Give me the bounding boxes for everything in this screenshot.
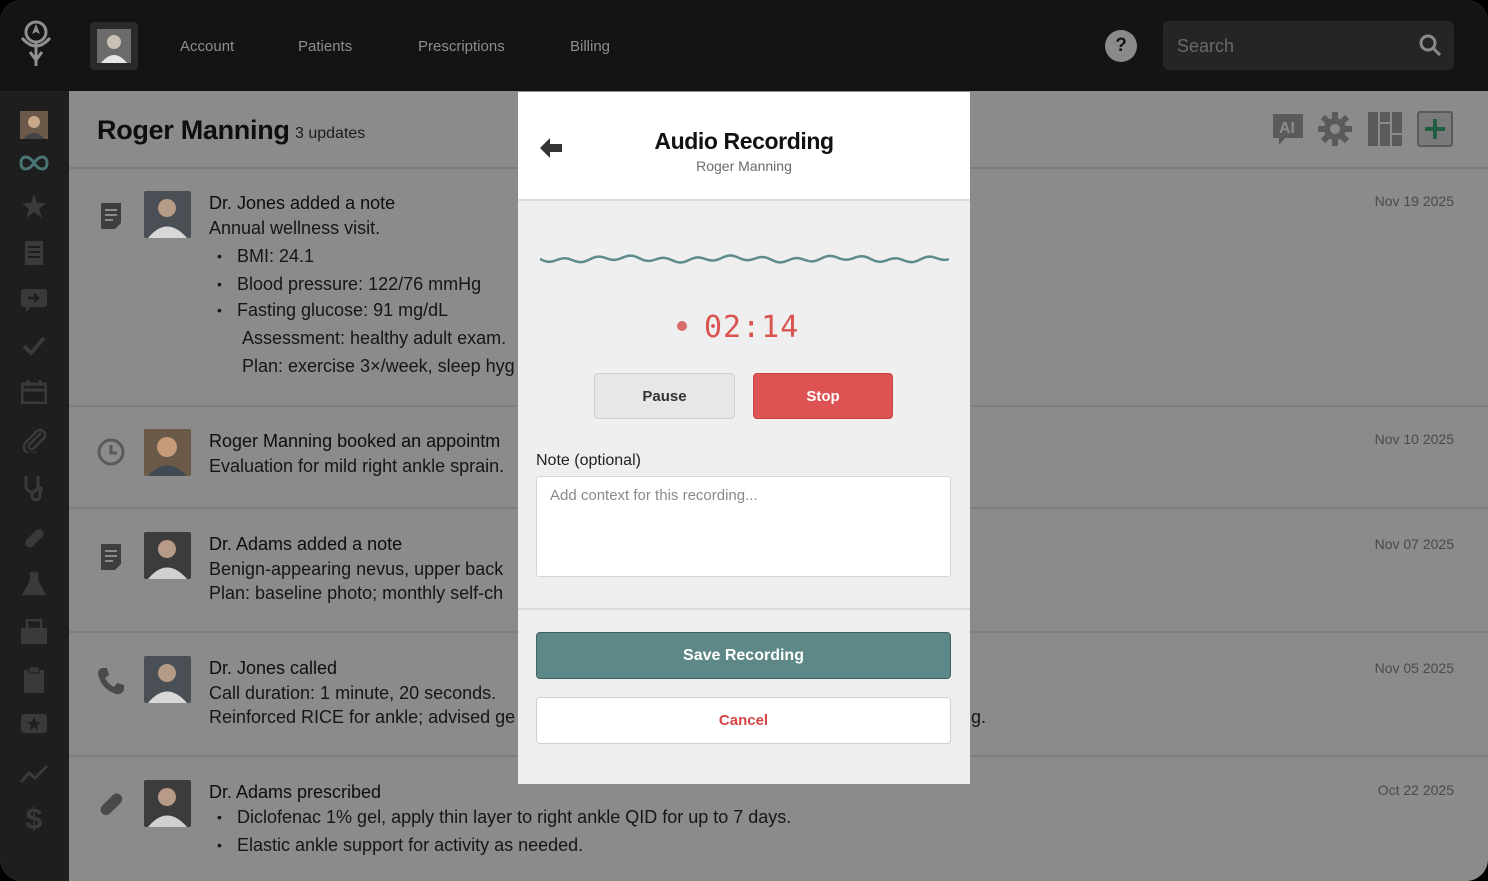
cancel-button[interactable]: Cancel [536, 697, 951, 744]
gear-icon[interactable] [1317, 111, 1353, 147]
user-avatar[interactable] [90, 22, 138, 70]
nav-patients[interactable]: Patients [298, 38, 352, 55]
dollar-icon[interactable]: $ [19, 803, 49, 836]
feed-text: g. [971, 707, 987, 727]
search-box[interactable]: Search [1163, 21, 1454, 70]
paperclip-icon[interactable] [19, 425, 49, 455]
nav-prescriptions[interactable]: Prescriptions [418, 38, 505, 55]
pill-icon [96, 789, 126, 819]
feed-text: Evaluation for mild right ankle sprain. [209, 456, 505, 476]
note-textarea[interactable] [536, 476, 951, 577]
clock-icon [96, 437, 126, 467]
avatar [144, 191, 191, 238]
page-title: Roger Manning [97, 115, 290, 145]
pause-button[interactable]: Pause [594, 373, 735, 419]
help-button[interactable]: ? [1105, 30, 1137, 62]
avatar [144, 429, 191, 476]
infinity-icon[interactable] [19, 148, 49, 178]
sidebar: $ [0, 91, 69, 881]
modal-title: Audio Recording [654, 128, 834, 154]
divider [518, 608, 970, 610]
layout-grid-icon[interactable] [1367, 111, 1403, 147]
stethoscope-icon[interactable] [19, 473, 49, 503]
note-icon [96, 201, 126, 231]
audio-recording-modal: Audio Recording Roger Manning 02:14 Paus… [518, 92, 970, 784]
feed-title: Dr. Adams prescribed [209, 782, 382, 802]
note-label: Note (optional) [536, 452, 641, 469]
phone-icon [96, 666, 126, 696]
feed-text: Plan: exercise 3×/week, sleep hyg [242, 356, 515, 376]
ai-icon[interactable]: AI [1270, 111, 1306, 147]
feed-text: Call duration: 1 minute, 20 seconds. [209, 683, 497, 703]
feed-date: Nov 19 2025 [1374, 193, 1454, 209]
calendar-icon[interactable] [19, 377, 49, 407]
updates-count: 3 updates [295, 125, 366, 142]
message-forward-icon[interactable] [19, 285, 49, 315]
feed-text: Reinforced RICE for ankle; advised ge [209, 707, 516, 727]
feed-title: Dr. Adams added a note [209, 534, 403, 554]
audio-waveform [540, 254, 950, 264]
recording-indicator [677, 321, 687, 331]
recording-timer: 02:14 [704, 310, 800, 345]
nav-account[interactable]: Account [180, 38, 234, 55]
feed-date: Nov 07 2025 [1374, 536, 1454, 552]
star-icon[interactable] [19, 191, 49, 221]
avatar [144, 532, 191, 579]
modal-subtitle: Roger Manning [696, 158, 792, 174]
feed-title: Dr. Jones added a note [209, 193, 396, 213]
flask-icon[interactable] [19, 569, 49, 599]
svg-text:AI: AI [1279, 120, 1295, 137]
feed-bullet: BMI: 24.1 [217, 246, 314, 267]
feed-text: Annual wellness visit. [209, 218, 381, 238]
clipboard-icon[interactable] [19, 665, 49, 695]
search-icon[interactable] [1418, 33, 1442, 57]
feed-title: Roger Manning booked an appointm [209, 431, 501, 451]
nav-billing[interactable]: Billing [570, 38, 610, 55]
feed-text: Assessment: healthy adult exam. [242, 328, 507, 348]
avatar [144, 780, 191, 827]
fax-icon[interactable] [19, 617, 49, 647]
check-icon[interactable] [19, 331, 49, 361]
feed-date: Oct 22 2025 [1377, 782, 1454, 798]
note-icon [96, 542, 126, 572]
stop-button[interactable]: Stop [753, 373, 893, 419]
feed-text: Plan: baseline photo; monthly self-ch [209, 583, 504, 603]
feed-bullet: Blood pressure: 122/76 mmHg [217, 274, 481, 295]
search-input[interactable]: Search [1177, 36, 1234, 57]
feed-bullet: Elastic ankle support for activity as ne… [217, 835, 583, 856]
feed-text: Benign-appearing nevus, upper back [209, 559, 504, 579]
save-recording-button[interactable]: Save Recording [536, 632, 951, 679]
avatar [144, 656, 191, 703]
logo-icon[interactable] [16, 18, 56, 72]
review-star-icon[interactable] [19, 711, 49, 741]
feed-date: Nov 10 2025 [1374, 431, 1454, 447]
modal-header: Audio Recording Roger Manning [518, 92, 970, 201]
top-bar: Account Patients Prescriptions Billing ?… [0, 0, 1488, 91]
feed-title: Dr. Jones called [209, 658, 338, 678]
feed-date: Nov 05 2025 [1374, 660, 1454, 676]
app-window: Account Patients Prescriptions Billing ?… [0, 0, 1488, 881]
chart-trend-icon[interactable] [19, 759, 49, 789]
feed-bullet: Fasting glucose: 91 mg/dL [217, 300, 448, 321]
feed-bullet: Diclofenac 1% gel, apply thin layer to r… [217, 807, 791, 828]
pill-icon[interactable] [19, 523, 49, 553]
document-icon[interactable] [19, 238, 49, 268]
add-button[interactable] [1417, 111, 1453, 147]
sidebar-patient-avatar[interactable] [19, 110, 49, 140]
